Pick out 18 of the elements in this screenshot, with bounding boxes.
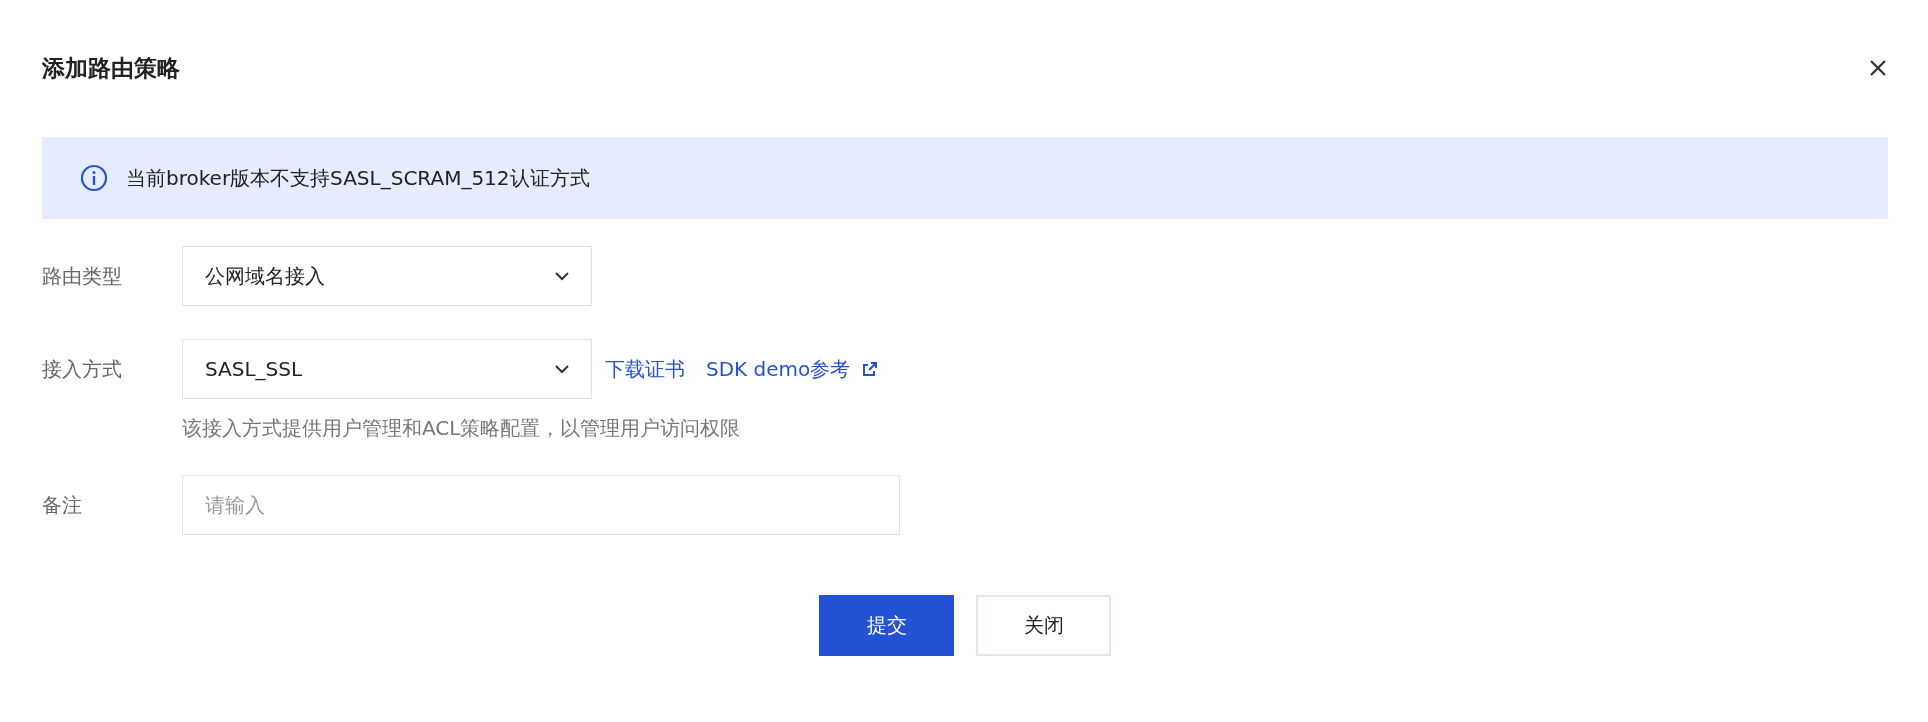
field-label: 路由类型 — [42, 263, 123, 290]
chevron-down-icon — [553, 270, 571, 282]
close-icon[interactable] — [1868, 58, 1888, 78]
alert-text: 当前broker版本不支持SASL_SCRAM_512认证方式 — [126, 164, 590, 192]
help-text: 该接入方式提供用户管理和ACL策略配置，以管理用户访问权限 — [182, 415, 742, 442]
external-link-icon — [862, 361, 879, 377]
dialog-title: 添加路由策略 — [42, 53, 180, 83]
dropdown-field[interactable]: 公网域名接入 — [182, 246, 592, 306]
link[interactable]: SDK demo参考 — [706, 355, 879, 383]
submit-button[interactable]: 提交 — [819, 595, 954, 656]
chevron-down-icon — [553, 363, 571, 375]
dropdown-field[interactable]: SASL_SSL — [182, 339, 592, 399]
field-label: 接入方式 — [42, 356, 123, 383]
field-label: 备注 — [42, 492, 83, 519]
link[interactable]: 下载证书 — [605, 355, 685, 383]
input-field[interactable]: 请输入 — [182, 475, 900, 535]
close-button[interactable]: 关闭 — [976, 595, 1111, 656]
info-icon — [80, 164, 108, 192]
